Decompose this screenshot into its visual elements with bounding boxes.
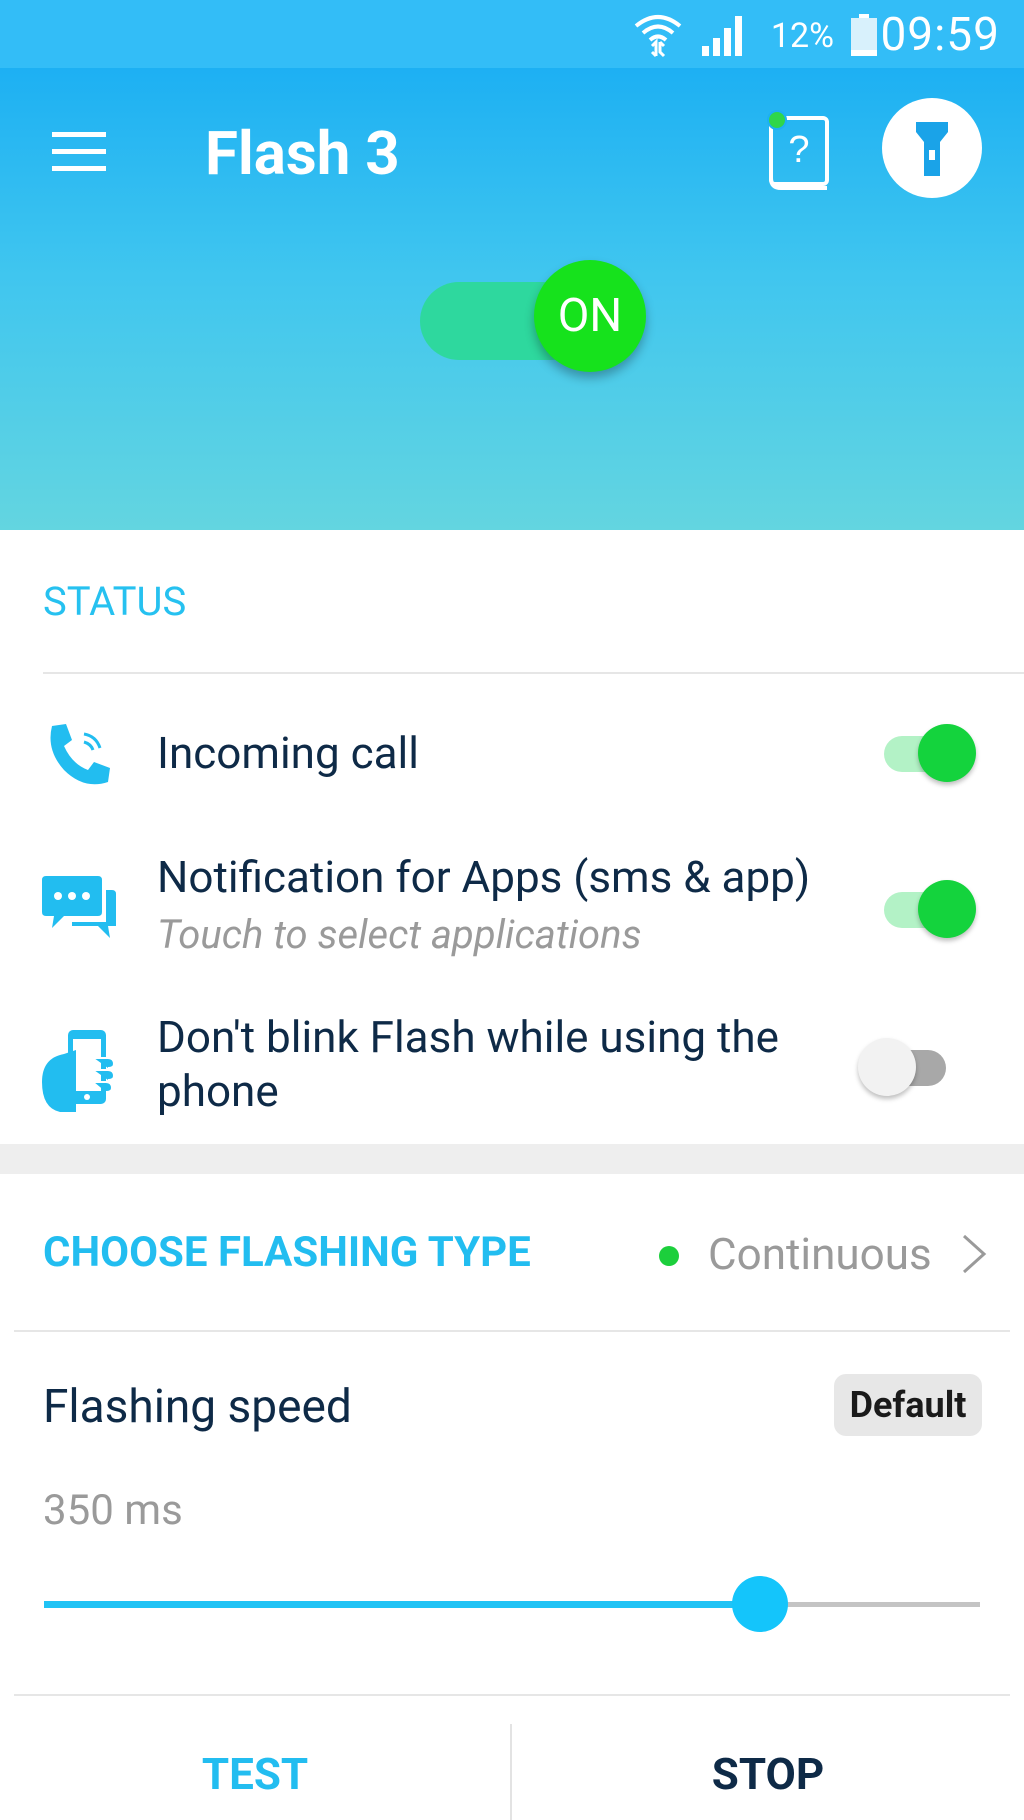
type-status-dot [659, 1246, 679, 1266]
divider [14, 1330, 1010, 1332]
stop-button[interactable]: STOP [512, 1722, 1024, 1820]
toggle-knob [858, 1038, 916, 1096]
flashing-speed-label: Flashing speed [43, 1380, 352, 1434]
wifi-icon [634, 15, 682, 58]
phone-icon [50, 724, 110, 785]
status-section-title: STATUS [43, 578, 187, 625]
toggle-knob [918, 724, 976, 782]
toggle-knob [918, 880, 976, 938]
test-button[interactable]: TEST [0, 1722, 510, 1820]
flashing-type-value: Continuous [708, 1228, 932, 1280]
help-book-icon[interactable]: ? [765, 108, 835, 194]
app-header: Flash 3 ? ON [0, 68, 1024, 530]
slider-fill [44, 1601, 761, 1608]
action-buttons: TEST STOP [0, 1722, 1024, 1820]
slider-thumb[interactable] [732, 1576, 789, 1632]
default-button[interactable]: Default [834, 1374, 982, 1436]
app-title: Flash 3 [205, 118, 400, 189]
dont-blink-toggle[interactable] [858, 1036, 958, 1096]
section-separator [0, 1144, 1024, 1174]
incoming-call-label: Incoming call [157, 727, 419, 779]
app-notifications-sublabel: Touch to select applications [157, 911, 642, 958]
chat-icon [42, 876, 116, 938]
main-power-switch[interactable]: ON [420, 260, 650, 376]
battery-icon [851, 14, 877, 56]
signal-icon [702, 16, 742, 56]
flashing-speed-value: 350 ms [43, 1486, 183, 1535]
divider [14, 1694, 1010, 1696]
chevron-right-icon [962, 1234, 987, 1274]
app-notifications-toggle[interactable] [880, 878, 980, 938]
flashlight-button[interactable] [882, 98, 982, 198]
menu-icon[interactable] [52, 130, 108, 174]
flashing-card: CHOOSE FLASHING TYPE Continuous Flashing… [0, 1174, 1024, 1820]
flashlight-icon [916, 122, 948, 176]
choose-flashing-type-title: CHOOSE FLASHING TYPE [43, 1228, 531, 1277]
divider [43, 672, 1024, 674]
svg-text:?: ? [788, 129, 809, 171]
flashing-speed-slider[interactable] [44, 1574, 980, 1634]
status-bar: 12% 09:59 [0, 0, 1024, 68]
app-notifications-text: Notification for Apps (sms & app) Touch … [157, 850, 810, 962]
hand-phone-icon [42, 1030, 116, 1112]
app-notifications-label: Notification for Apps (sms & app) [157, 851, 811, 903]
incoming-call-toggle[interactable] [880, 722, 980, 782]
main-switch-knob: ON [534, 260, 646, 372]
dont-blink-label: Don't blink Flash while using the phone [157, 1011, 779, 1117]
clock: 09:59 [880, 8, 1000, 62]
status-card: STATUS Incoming call Notification for Ap… [0, 530, 1024, 1144]
battery-percent: 12% [770, 16, 834, 56]
